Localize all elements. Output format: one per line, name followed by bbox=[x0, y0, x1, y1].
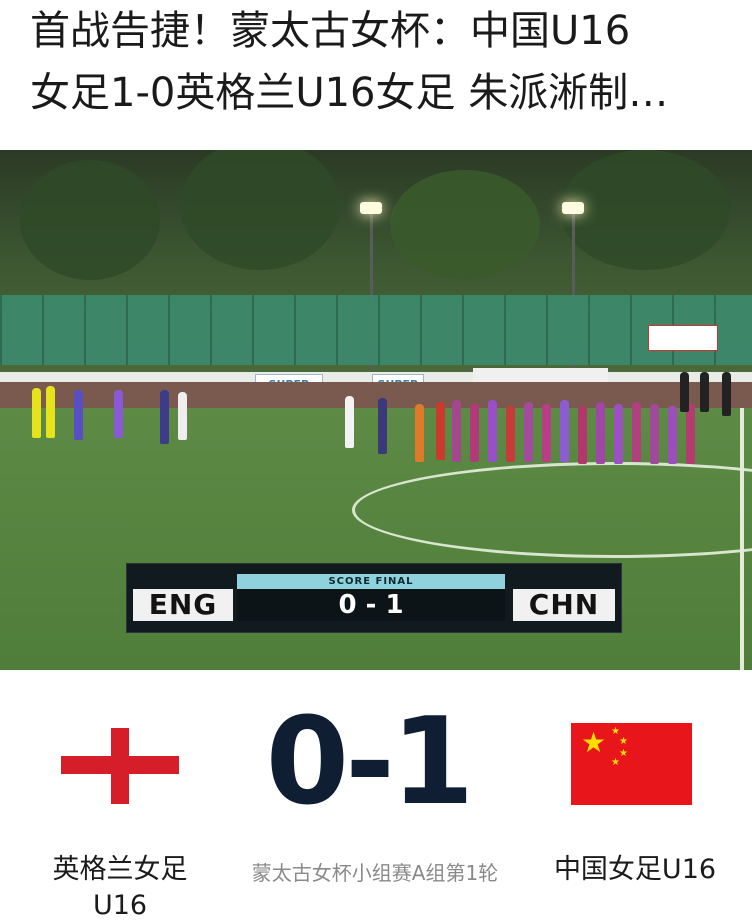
player bbox=[470, 404, 479, 462]
headline-line-2: 女足1-0英格兰U16女足 朱派淅制… bbox=[30, 70, 669, 116]
spectator bbox=[722, 372, 731, 416]
player bbox=[542, 404, 551, 462]
flag-cross-horizontal bbox=[61, 756, 179, 774]
spectator bbox=[680, 372, 689, 412]
home-team-name[interactable]: 英格兰女足U16 bbox=[40, 852, 200, 924]
flag-small-star: ★ bbox=[619, 736, 628, 747]
player bbox=[436, 402, 445, 460]
floodlight bbox=[360, 202, 382, 214]
player bbox=[506, 406, 515, 462]
flag-small-star: ★ bbox=[611, 757, 620, 768]
scoreboard-score: 0 - 1 bbox=[237, 589, 505, 621]
spectator bbox=[700, 372, 709, 412]
tree bbox=[560, 150, 730, 270]
competition-round: 蒙太古女杯小组赛A组第1轮 bbox=[251, 861, 499, 885]
touchline bbox=[740, 408, 744, 670]
player bbox=[452, 400, 461, 462]
flag-large-star: ★ bbox=[581, 726, 607, 759]
floodlight bbox=[562, 202, 584, 214]
headline-line-1: 首战告捷！蒙太古女杯：中国U16 bbox=[30, 8, 631, 54]
player bbox=[74, 390, 83, 440]
england-flag-icon[interactable] bbox=[61, 728, 179, 804]
tv-scoreboard: SCORE FINAL ENG 0 - 1 CHN bbox=[126, 563, 622, 633]
score-final-label: SCORE FINAL bbox=[237, 574, 505, 589]
article-headline[interactable]: 首战告捷！蒙太古女杯：中国U16 女足1-0英格兰U16女足 朱派淅制… bbox=[30, 0, 730, 124]
player bbox=[578, 406, 587, 464]
match-photo[interactable]: SUPER SUPER SCORE FINAL ENG 0 - 1 CHN bbox=[0, 150, 752, 670]
flag-small-star: ★ bbox=[619, 748, 628, 759]
perimeter-fence bbox=[0, 295, 752, 365]
player bbox=[488, 400, 497, 462]
referee bbox=[46, 386, 55, 438]
away-team-code: CHN bbox=[513, 589, 615, 621]
player bbox=[614, 404, 623, 464]
match-score: 0-1 bbox=[265, 693, 475, 832]
player bbox=[596, 402, 605, 464]
player bbox=[668, 406, 677, 464]
player bbox=[378, 398, 387, 454]
player bbox=[650, 404, 659, 464]
player bbox=[114, 390, 123, 438]
player bbox=[686, 404, 695, 464]
player bbox=[632, 402, 641, 462]
referee bbox=[32, 388, 41, 438]
goalkeeper bbox=[415, 404, 424, 462]
sponsor-sign bbox=[648, 325, 718, 351]
china-flag-icon[interactable]: ★ ★ ★ ★ ★ bbox=[571, 723, 692, 805]
away-team-name[interactable]: 中国女足U16 bbox=[540, 852, 730, 888]
player bbox=[160, 390, 169, 444]
home-team-code: ENG bbox=[133, 589, 233, 621]
player bbox=[560, 400, 569, 462]
player bbox=[178, 392, 187, 440]
tree bbox=[20, 160, 160, 280]
player bbox=[524, 402, 533, 462]
player bbox=[345, 396, 354, 448]
tree bbox=[390, 170, 540, 280]
